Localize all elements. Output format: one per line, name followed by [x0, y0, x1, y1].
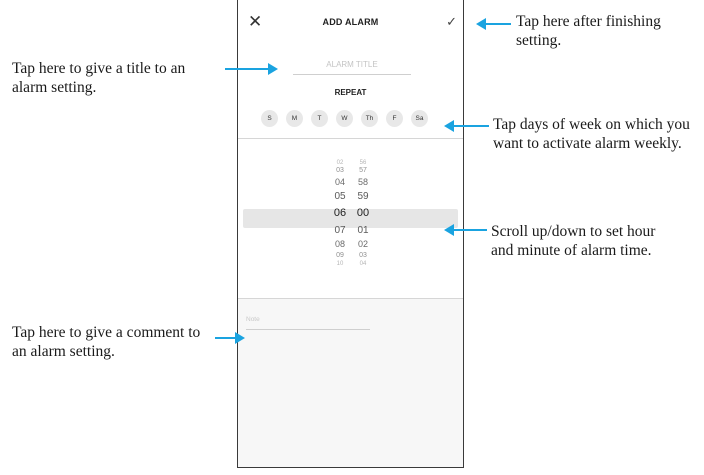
- day-wednesday-button[interactable]: W: [336, 110, 353, 127]
- hour-option[interactable]: 05: [330, 189, 350, 204]
- confirm-annotation: Tap here after finishing setting.: [516, 13, 661, 49]
- page-title: ADD ALARM: [322, 17, 379, 27]
- day-sunday-button[interactable]: S: [261, 110, 278, 127]
- hour-option[interactable]: 09: [330, 251, 350, 261]
- day-friday-button[interactable]: F: [386, 110, 403, 127]
- note-input[interactable]: Note: [246, 315, 370, 330]
- note-callout-arrow: [215, 332, 245, 344]
- minute-option[interactable]: 02: [353, 238, 373, 251]
- confirm-callout-arrow: [476, 18, 511, 30]
- minute-option[interactable]: 59: [353, 189, 373, 204]
- alarm-title-input[interactable]: ALARM TITLE: [293, 58, 411, 75]
- day-selector: S M T W Th F Sa: [261, 110, 428, 127]
- day-tuesday-button[interactable]: T: [311, 110, 328, 127]
- days-annotation: Tap days of week on which you want to ac…: [493, 116, 690, 152]
- time-callout-arrow: [444, 224, 487, 236]
- minute-wheel[interactable]: 56 57 58 59 00 01 02 03 04: [353, 160, 373, 267]
- time-picker[interactable]: 02 03 04 05 06 07 08 09 10 56 57 58 59 0…: [238, 160, 463, 275]
- repeat-label: REPEAT: [334, 88, 367, 97]
- minute-option[interactable]: 58: [353, 176, 373, 189]
- checkmark-icon[interactable]: ✓: [446, 13, 457, 33]
- hour-option[interactable]: 10: [330, 261, 350, 267]
- selection-band: [243, 209, 458, 228]
- day-thursday-button[interactable]: Th: [361, 110, 378, 127]
- minute-option[interactable]: 57: [353, 166, 373, 176]
- divider: [238, 138, 463, 139]
- hour-option[interactable]: 08: [330, 238, 350, 251]
- title-callout-arrow: [225, 63, 278, 75]
- minute-option[interactable]: 03: [353, 251, 373, 261]
- hour-wheel[interactable]: 02 03 04 05 06 07 08 09 10: [330, 160, 350, 267]
- title-annotation: Tap here to give a title to an alarm set…: [12, 60, 186, 96]
- hour-option[interactable]: 03: [330, 166, 350, 176]
- day-saturday-button[interactable]: Sa: [411, 110, 428, 127]
- minute-option[interactable]: 01: [353, 223, 373, 238]
- selected-minute[interactable]: 00: [353, 204, 373, 223]
- header-bar: ✕ ADD ALARM ✓: [238, 0, 463, 46]
- hour-option[interactable]: 04: [330, 176, 350, 189]
- note-annotation: Tap here to give a comment to an alarm s…: [12, 324, 201, 360]
- note-section: Note: [238, 299, 463, 467]
- time-annotation: Scroll up/down to set hour and minute of…: [491, 223, 656, 259]
- days-callout-arrow: [444, 120, 489, 132]
- selected-hour[interactable]: 06: [330, 204, 350, 223]
- hour-option[interactable]: 07: [330, 223, 350, 238]
- day-monday-button[interactable]: M: [286, 110, 303, 127]
- minute-option[interactable]: 04: [353, 261, 373, 267]
